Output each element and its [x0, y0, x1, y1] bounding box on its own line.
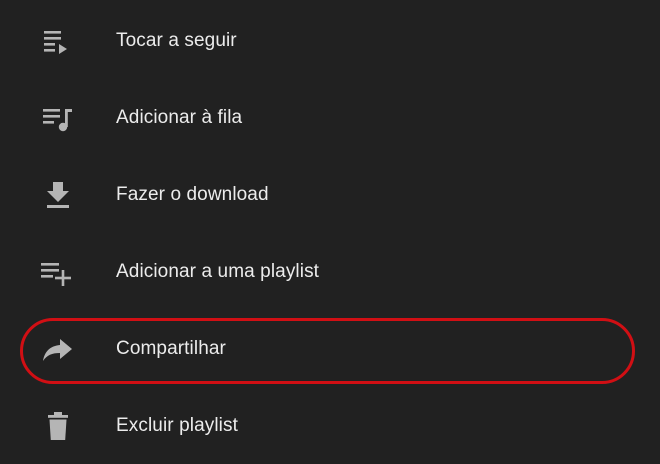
- trash-icon: [38, 406, 78, 446]
- menu-item-delete-playlist[interactable]: Excluir playlist: [0, 387, 660, 464]
- menu-item-download[interactable]: Fazer o download: [0, 156, 660, 233]
- play-next-icon: [38, 21, 78, 61]
- playlist-add-icon: [38, 252, 78, 292]
- menu-item-add-to-playlist[interactable]: Adicionar a uma playlist: [0, 233, 660, 310]
- menu-item-label: Compartilhar: [116, 337, 226, 359]
- context-menu: Tocar a seguir Adicionar à fila Fazer o …: [0, 0, 660, 459]
- menu-item-label: Adicionar a uma playlist: [116, 260, 320, 282]
- share-icon: [38, 329, 78, 369]
- menu-item-share[interactable]: Compartilhar: [0, 310, 660, 387]
- menu-item-label: Adicionar à fila: [116, 106, 243, 128]
- menu-item-label: Fazer o download: [116, 183, 269, 205]
- queue-music-icon: [38, 98, 78, 138]
- menu-item-label: Tocar a seguir: [116, 29, 237, 51]
- menu-item-add-to-queue[interactable]: Adicionar à fila: [0, 79, 660, 156]
- menu-item-play-next[interactable]: Tocar a seguir: [0, 2, 660, 79]
- download-icon: [38, 175, 78, 215]
- menu-item-label: Excluir playlist: [116, 414, 238, 436]
